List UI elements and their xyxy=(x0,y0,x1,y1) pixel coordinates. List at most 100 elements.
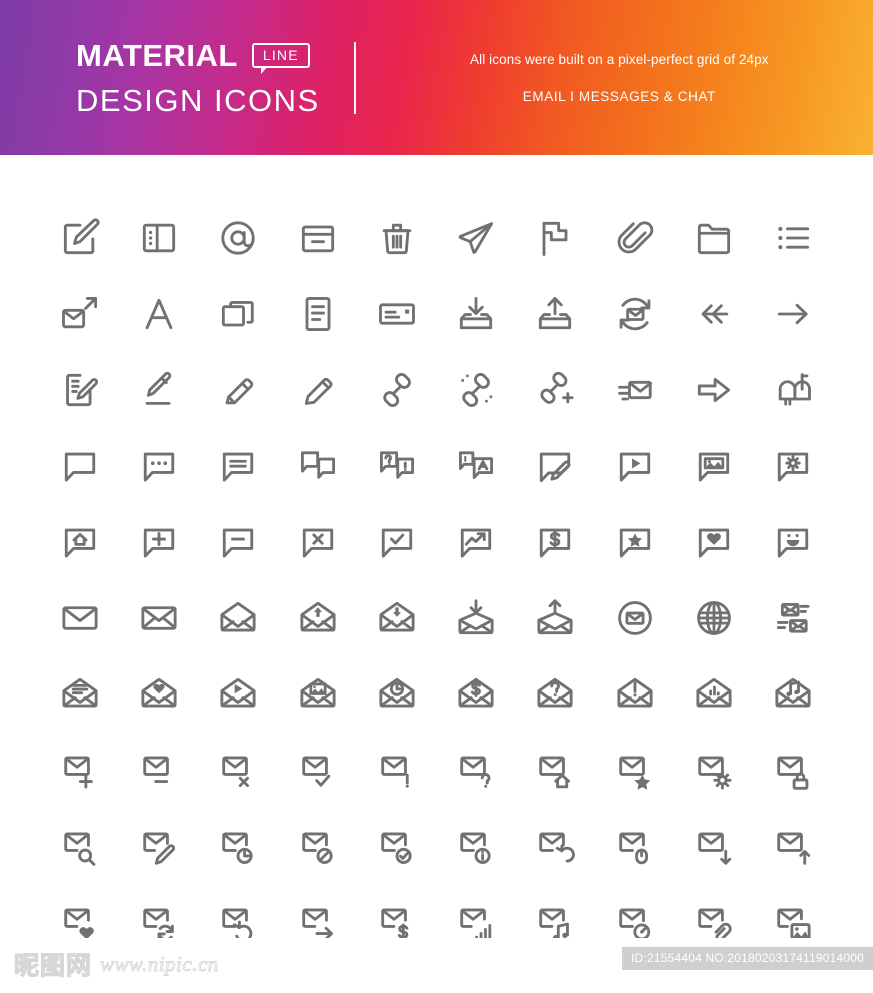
reply-all-icon[interactable] xyxy=(683,283,745,345)
envelope-chart-icon[interactable] xyxy=(683,663,745,725)
folder-icon[interactable] xyxy=(683,207,745,269)
chat-translate-icon[interactable] xyxy=(445,435,507,497)
envelope-send-icon[interactable] xyxy=(524,587,586,649)
mail-upload-icon[interactable] xyxy=(762,815,824,877)
mail-undo-icon[interactable] xyxy=(524,815,586,877)
mail-mouse-icon-glyph xyxy=(619,832,648,865)
globe-icon[interactable] xyxy=(683,587,745,649)
chat-star-icon[interactable] xyxy=(604,511,666,573)
split-layout-icon[interactable] xyxy=(128,207,190,269)
envelope-music-icon[interactable] xyxy=(762,663,824,725)
envelope-open-icon[interactable] xyxy=(207,587,269,649)
chat-dollar-icon[interactable] xyxy=(524,511,586,573)
chat-trend-icon[interactable] xyxy=(445,511,507,573)
chat-settings-icon[interactable] xyxy=(762,435,824,497)
chat-smile-icon[interactable] xyxy=(762,511,824,573)
mail-star-icon-glyph xyxy=(619,756,651,790)
flag-icon[interactable] xyxy=(524,207,586,269)
inbox-download-icon[interactable] xyxy=(445,283,507,345)
link-add-icon[interactable] xyxy=(524,359,586,421)
forward-arrow-icon[interactable] xyxy=(762,283,824,345)
chat-edit-icon[interactable] xyxy=(524,435,586,497)
chat-image-icon[interactable] xyxy=(683,435,745,497)
mail-alert-icon[interactable] xyxy=(366,739,428,801)
envelope-dollar-icon[interactable] xyxy=(445,663,507,725)
outbox-upload-icon[interactable] xyxy=(524,283,586,345)
envelope-clock-icon[interactable] xyxy=(366,663,428,725)
text-format-icon[interactable] xyxy=(128,283,190,345)
list-bullets-icon[interactable] xyxy=(762,207,824,269)
multiple-envelopes-icon[interactable] xyxy=(762,587,824,649)
mail-check-icon[interactable] xyxy=(287,739,349,801)
chat-lines-icon[interactable] xyxy=(207,435,269,497)
archive-box-icon[interactable] xyxy=(287,207,349,269)
edit-document-icon[interactable] xyxy=(49,359,111,421)
multiple-envelopes-icon-glyph xyxy=(777,603,810,633)
chat-close-icon[interactable] xyxy=(287,511,349,573)
chat-check-icon[interactable] xyxy=(366,511,428,573)
mail-settings-icon[interactable] xyxy=(683,739,745,801)
mail-clock-icon[interactable] xyxy=(207,815,269,877)
chat-plus-icon[interactable] xyxy=(128,511,190,573)
paperclip-icon[interactable] xyxy=(604,207,666,269)
envelope-alert-icon-glyph xyxy=(617,677,653,708)
envelope-video-icon[interactable] xyxy=(207,663,269,725)
envelope-heart-icon[interactable] xyxy=(128,663,190,725)
envelope-image-icon[interactable] xyxy=(287,663,349,725)
reply-all-icon-glyph xyxy=(701,304,729,324)
compose-square-icon[interactable] xyxy=(49,207,111,269)
trash-icon[interactable] xyxy=(366,207,428,269)
chat-question-alert-icon[interactable] xyxy=(366,435,428,497)
envelope-sealed-icon[interactable] xyxy=(128,587,190,649)
link-broken-icon-glyph xyxy=(461,372,493,408)
envelope-closed-icon[interactable] xyxy=(49,587,111,649)
envelope-text-icon[interactable] xyxy=(49,663,111,725)
envelope-video-icon-glyph xyxy=(220,677,256,708)
mailbox-icon-glyph xyxy=(779,373,812,406)
mail-sync-icon[interactable] xyxy=(604,283,666,345)
mail-edit-icon[interactable] xyxy=(128,815,190,877)
chat-heart-icon[interactable] xyxy=(683,511,745,573)
chat-empty-icon[interactable] xyxy=(49,435,111,497)
mail-star-icon[interactable] xyxy=(604,739,666,801)
mail-verified-icon-glyph xyxy=(381,832,412,864)
mail-download-icon[interactable] xyxy=(683,815,745,877)
id-card-icon[interactable] xyxy=(366,283,428,345)
chat-double-icon[interactable] xyxy=(287,435,349,497)
windows-copy-icon[interactable] xyxy=(207,283,269,345)
envelope-open-up-icon[interactable] xyxy=(287,587,349,649)
mail-home-icon[interactable] xyxy=(524,739,586,801)
chat-typing-icon[interactable] xyxy=(128,435,190,497)
envelope-receive-icon[interactable] xyxy=(445,587,507,649)
paper-plane-icon-glyph xyxy=(458,222,494,254)
link-icon[interactable] xyxy=(366,359,428,421)
envelope-open-down-icon[interactable] xyxy=(366,587,428,649)
at-sign-icon[interactable] xyxy=(207,207,269,269)
envelope-alert-icon[interactable] xyxy=(604,663,666,725)
mail-block-icon[interactable] xyxy=(287,815,349,877)
mail-mouse-icon[interactable] xyxy=(604,815,666,877)
mail-incoming-icon[interactable] xyxy=(604,359,666,421)
mail-remove-icon[interactable] xyxy=(128,739,190,801)
mail-question-icon[interactable] xyxy=(445,739,507,801)
mail-external-link-icon[interactable] xyxy=(49,283,111,345)
pencil-icon[interactable] xyxy=(287,359,349,421)
arrow-right-bold-icon[interactable] xyxy=(683,359,745,421)
envelope-question-icon[interactable] xyxy=(524,663,586,725)
mail-add-icon[interactable] xyxy=(49,739,111,801)
pen-icon[interactable] xyxy=(207,359,269,421)
link-broken-icon[interactable] xyxy=(445,359,507,421)
paper-plane-icon[interactable] xyxy=(445,207,507,269)
chat-minus-icon[interactable] xyxy=(207,511,269,573)
chat-home-icon[interactable] xyxy=(49,511,111,573)
mail-delete-icon[interactable] xyxy=(207,739,269,801)
pencil-underline-icon[interactable] xyxy=(128,359,190,421)
mail-verified-icon[interactable] xyxy=(366,815,428,877)
envelope-circle-icon[interactable] xyxy=(604,587,666,649)
mail-search-icon[interactable] xyxy=(49,815,111,877)
mail-lock-icon[interactable] xyxy=(762,739,824,801)
mailbox-icon[interactable] xyxy=(762,359,824,421)
mail-info-icon[interactable] xyxy=(445,815,507,877)
chat-video-icon[interactable] xyxy=(604,435,666,497)
document-lines-icon[interactable] xyxy=(287,283,349,345)
